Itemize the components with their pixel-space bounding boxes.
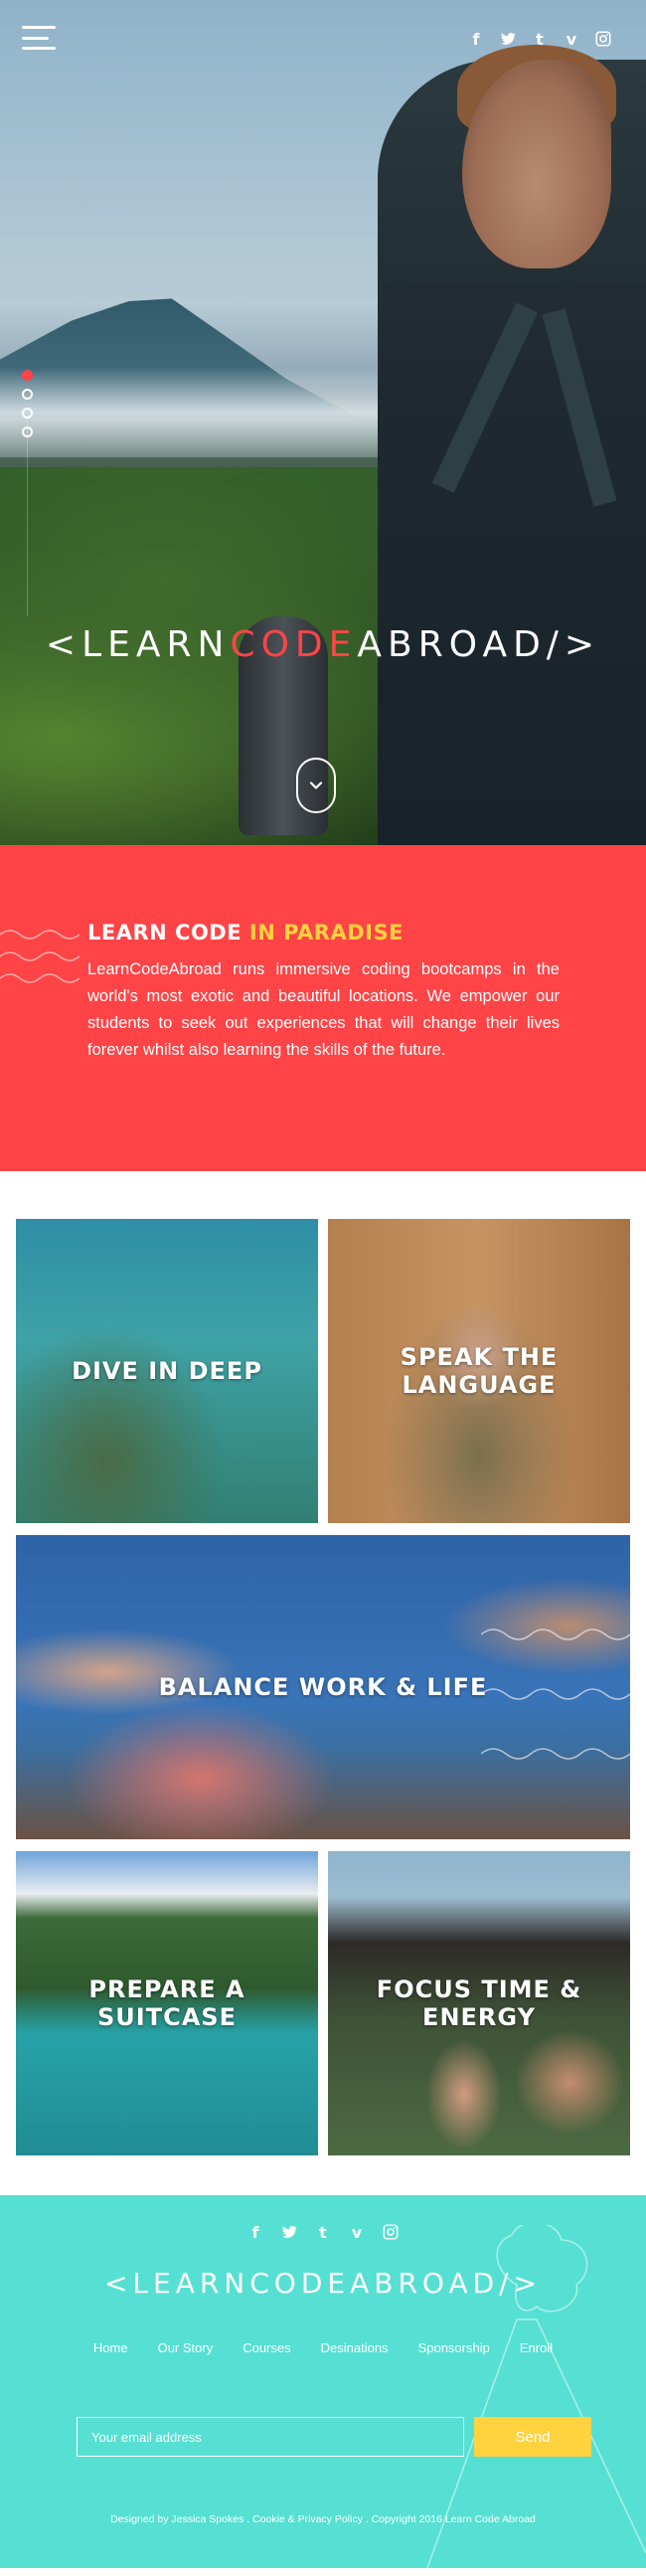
tile-balance-work-life[interactable]: BALANCE WORK & LIFE (16, 1535, 630, 1839)
footer-social-links: f t v (0, 2223, 646, 2242)
menu-icon[interactable] (22, 26, 56, 50)
intro-body: LearnCodeAbroad runs immersive coding bo… (87, 960, 560, 1059)
facebook-icon[interactable]: f (246, 2223, 264, 2242)
slide-dot-1[interactable] (22, 370, 33, 381)
hero-logo: <LEARNCODEABROAD/> (0, 624, 646, 665)
nav-link-home[interactable]: Home (93, 2340, 128, 2355)
newsletter-form: Send (77, 2417, 591, 2457)
facebook-icon[interactable]: f (467, 30, 485, 49)
logo-prefix: <LEARN (45, 624, 231, 665)
twitter-icon[interactable] (499, 30, 517, 48)
intro-title-prefix: LEARN CODE (87, 921, 249, 945)
footer-credit: Designed by Jessica Spokes . Cookie & Pr… (110, 2513, 536, 2525)
instagram-icon[interactable] (594, 30, 612, 48)
slide-dot-2[interactable] (22, 389, 33, 400)
intro-title-highlight: IN PARADISE (248, 921, 404, 945)
logo-suffix: ABROAD/> (357, 624, 601, 665)
tile-label: SPEAK THE LANGUAGE (400, 1343, 559, 1399)
indicator-line (27, 418, 28, 616)
footer-nav: Home Our Story Courses Desinations Spons… (0, 2340, 646, 2355)
nav-link-sponsorship[interactable]: Sponsorship (418, 2340, 490, 2355)
tile-speak-the-language[interactable]: SPEAK THE LANGUAGE (328, 1219, 630, 1523)
vimeo-icon[interactable]: v (348, 2223, 366, 2242)
features-grid: DIVE IN DEEP SPEAK THE LANGUAGE BALANCE … (0, 1171, 646, 2195)
tumblr-icon[interactable]: t (314, 2223, 332, 2242)
tile-label: BALANCE WORK & LIFE (158, 1673, 488, 1701)
send-button[interactable]: Send (474, 2417, 591, 2457)
nav-link-enroll[interactable]: Enroll (520, 2340, 553, 2355)
instagram-icon[interactable] (382, 2223, 400, 2241)
intro-section: LEARN CODE IN PARADISE LearnCodeAbroad r… (0, 845, 646, 1197)
nav-link-courses[interactable]: Courses (242, 2340, 290, 2355)
vimeo-icon[interactable]: v (563, 30, 580, 49)
scroll-down-button[interactable] (296, 758, 336, 813)
nav-link-destinations[interactable]: Desinations (321, 2340, 389, 2355)
squiggle-decoration (0, 930, 80, 983)
site-footer: f t v <LEARNCODEABROAD/> Home Our Story … (0, 2195, 646, 2568)
footer-logo: <LEARNCODEABROAD/> (103, 2267, 543, 2300)
tile-label: FOCUS TIME & ENERGY (376, 1975, 582, 2031)
header-social-links: f t v (467, 30, 612, 49)
nav-link-our-story[interactable]: Our Story (158, 2340, 214, 2355)
tile-prepare-a-suitcase[interactable]: PREPARE A SUITCASE (16, 1851, 318, 2155)
hero-section: f t v <LEARNCODEABROAD/> (0, 0, 646, 845)
intro-title: LEARN CODE IN PARADISE (87, 921, 404, 945)
email-input[interactable] (77, 2417, 464, 2457)
chevron-down-icon (309, 781, 323, 789)
tile-dive-in-deep[interactable]: DIVE IN DEEP (16, 1219, 318, 1523)
tile-label: DIVE IN DEEP (72, 1357, 262, 1385)
twitter-icon[interactable] (280, 2223, 298, 2241)
tumblr-icon[interactable]: t (531, 30, 549, 49)
tile-focus-time-energy[interactable]: FOCUS TIME & ENERGY (328, 1851, 630, 2155)
logo-highlight: CODE (230, 624, 358, 665)
tile-label: PREPARE A SUITCASE (88, 1975, 245, 2031)
